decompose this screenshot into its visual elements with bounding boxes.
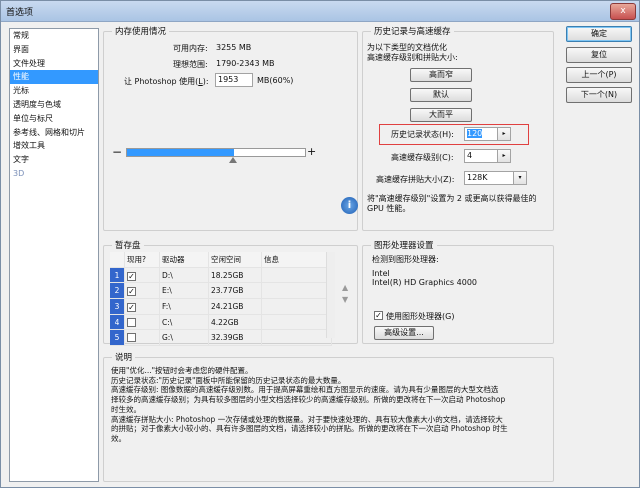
cache-levels-spinner-icon[interactable]: ▸ xyxy=(497,149,511,163)
tile-size-select[interactable]: 128K xyxy=(464,171,514,185)
header-number xyxy=(110,252,125,268)
tile-size-label: 高速缓存拼贴大小(Z): xyxy=(376,175,455,184)
active-checkbox[interactable]: ✓ xyxy=(127,271,136,281)
header-drive: 驱动器 xyxy=(159,252,209,268)
sidebar-item-plugins[interactable]: 增效工具 xyxy=(10,139,98,153)
sidebar-item-interface[interactable]: 界面 xyxy=(10,43,98,57)
memory-usage-input[interactable]: 1953 xyxy=(215,73,253,87)
use-gpu-checkbox[interactable]: ✓ xyxy=(374,311,383,320)
description-line: 使用"优化..."按钮时会考虑您的硬件配置。 xyxy=(111,366,253,375)
default-button[interactable]: 默认 xyxy=(410,88,472,102)
gpu-vendor: Intel xyxy=(372,269,390,278)
gpu-model: Intel(R) HD Graphics 4000 xyxy=(372,278,478,287)
active-checkbox[interactable]: ✓ xyxy=(127,302,136,312)
category-list[interactable]: 常规 界面 文件处理 性能 光标 透明度与色域 单位与标尺 参考线、网格和切片 … xyxy=(9,28,99,482)
info-icon: i xyxy=(341,197,358,214)
previous-button[interactable]: 上一个(P) xyxy=(566,67,632,83)
advanced-settings-button[interactable]: 高级设置... xyxy=(374,326,434,340)
next-button[interactable]: 下一个(N) xyxy=(566,87,632,103)
move-up-icon[interactable]: ▲ xyxy=(342,283,348,292)
header-info: 信息 xyxy=(261,252,332,268)
memory-slider-thumb[interactable] xyxy=(228,157,237,163)
sidebar-item-type[interactable]: 文字 xyxy=(10,153,98,167)
reset-button[interactable]: 复位 xyxy=(566,47,632,63)
cache-levels-label: 高速缓存级别(C): xyxy=(391,153,454,162)
let-photoshop-use-label: 让 Photoshop 使用(L): xyxy=(124,77,209,86)
memory-slider-fill xyxy=(127,149,234,156)
table-row[interactable]: 1 ✓ D:\ 18.25GB xyxy=(110,267,332,284)
table-row[interactable]: 4 C:\ 4.22GB xyxy=(110,314,332,331)
close-button[interactable]: x xyxy=(610,3,636,20)
title-bar: 首选项 x xyxy=(1,1,639,22)
available-memory-label: 可用内存: xyxy=(173,44,208,53)
sidebar-item-cursors[interactable]: 光标 xyxy=(10,84,98,98)
sidebar-item-file-handling[interactable]: 文件处理 xyxy=(10,57,98,71)
active-checkbox[interactable] xyxy=(127,317,136,327)
memory-percent-label: MB(60%) xyxy=(257,76,294,85)
history-states-label: 历史记录状态(H): xyxy=(391,130,454,139)
sidebar-item-3d[interactable]: 3D xyxy=(10,167,98,181)
table-row[interactable]: 3 ✓ F:\ 24.21GB xyxy=(110,298,332,315)
big-flat-button[interactable]: 大而平 xyxy=(410,108,472,122)
header-free-space: 空闲空间 xyxy=(208,252,262,268)
table-row[interactable]: 2 ✓ E:\ 23.77GB xyxy=(110,282,332,300)
memory-slider-track[interactable] xyxy=(126,148,306,157)
memory-usage-group: 内存使用情况 xyxy=(103,25,358,231)
window-title: 首选项 xyxy=(6,8,34,18)
sidebar-item-general[interactable]: 常规 xyxy=(10,29,98,43)
active-checkbox[interactable] xyxy=(127,333,136,343)
plus-icon: + xyxy=(307,145,317,158)
minus-icon: − xyxy=(112,145,123,159)
description-text: 使用"优化..."按钮时会考虑您的硬件配置。 历史记录状态:"历史记录"面板中所… xyxy=(111,366,508,444)
sidebar-item-transparency[interactable]: 透明度与色域 xyxy=(10,98,98,112)
sidebar-item-guides-grid[interactable]: 参考线、网格和切片 xyxy=(10,126,98,140)
description-line: 择较多的高速缓存级别；为具有较多图层的小型文档选择较少的高速缓存级别。所做的更改… xyxy=(111,395,506,405)
description-legend: 说明 xyxy=(115,353,133,363)
ideal-range-label: 理想范围: xyxy=(173,60,208,69)
optimize-desc-line2: 高速缓存级别和拼贴大小: xyxy=(367,53,458,62)
preferences-dialog: 首选项 x 常规 界面 文件处理 性能 光标 透明度与色域 单位与标尺 参考线、… xyxy=(0,0,640,488)
available-memory-value: 3255 MB xyxy=(216,43,252,52)
history-states-input[interactable]: 120 xyxy=(464,127,498,141)
cache-levels-input[interactable]: 4 xyxy=(464,149,498,163)
history-cache-legend: 历史记录与高速缓存 xyxy=(374,27,451,37)
scratch-disks-legend: 暂存盘 xyxy=(115,241,141,251)
description-line: 的拼贴；对于像素大小较小的、具有许多图层的文档，请选择较小的拼贴。所做的更改将在… xyxy=(111,424,508,434)
tall-thin-button[interactable]: 高而窄 xyxy=(410,68,472,82)
table-scrollbar[interactable] xyxy=(326,252,335,338)
move-down-icon[interactable]: ▼ xyxy=(342,295,348,304)
info-text-line2: GPU 性能。 xyxy=(367,204,411,213)
scratch-disk-table: 现用? 驱动器 空闲空间 信息 1 ✓ D:\ 18.25GB 2 ✓ E:\ … xyxy=(110,252,332,347)
sidebar-item-performance[interactable]: 性能 xyxy=(10,70,98,85)
description-line: 高速缓存级别: 图像数据的高速缓存级别数。用于提高屏幕重绘和直方图显示的速度。请… xyxy=(111,385,499,395)
ok-button[interactable]: 确定 xyxy=(566,26,632,42)
table-row[interactable]: 5 G:\ 32.39GB xyxy=(110,329,332,347)
description-line: 高速缓存拼贴大小: Photoshop 一次存储或处理的数据量。对于要快速处理的… xyxy=(111,414,503,424)
active-checkbox[interactable]: ✓ xyxy=(127,287,136,297)
description-line: 效。 xyxy=(111,433,126,443)
sidebar-item-units-rulers[interactable]: 单位与标尺 xyxy=(10,112,98,126)
header-active: 现用? xyxy=(124,252,160,268)
chevron-down-icon[interactable]: ▾ xyxy=(513,171,527,185)
gpu-detected-label: 检测到图形处理器: xyxy=(372,255,439,264)
gpu-legend: 图形处理器设置 xyxy=(374,241,434,251)
table-header-row: 现用? 驱动器 空闲空间 信息 xyxy=(110,252,332,268)
description-line: 时生效。 xyxy=(111,404,141,414)
memory-legend: 内存使用情况 xyxy=(115,27,167,37)
description-line: 历史记录状态:"历史记录"面板中所能保留的历史记录状态的最大数量。 xyxy=(111,375,346,385)
use-gpu-label: 使用图形处理器(G) xyxy=(386,312,455,321)
ideal-range-value: 1790-2343 MB xyxy=(216,59,275,68)
history-states-spinner-icon[interactable]: ▸ xyxy=(497,127,511,141)
